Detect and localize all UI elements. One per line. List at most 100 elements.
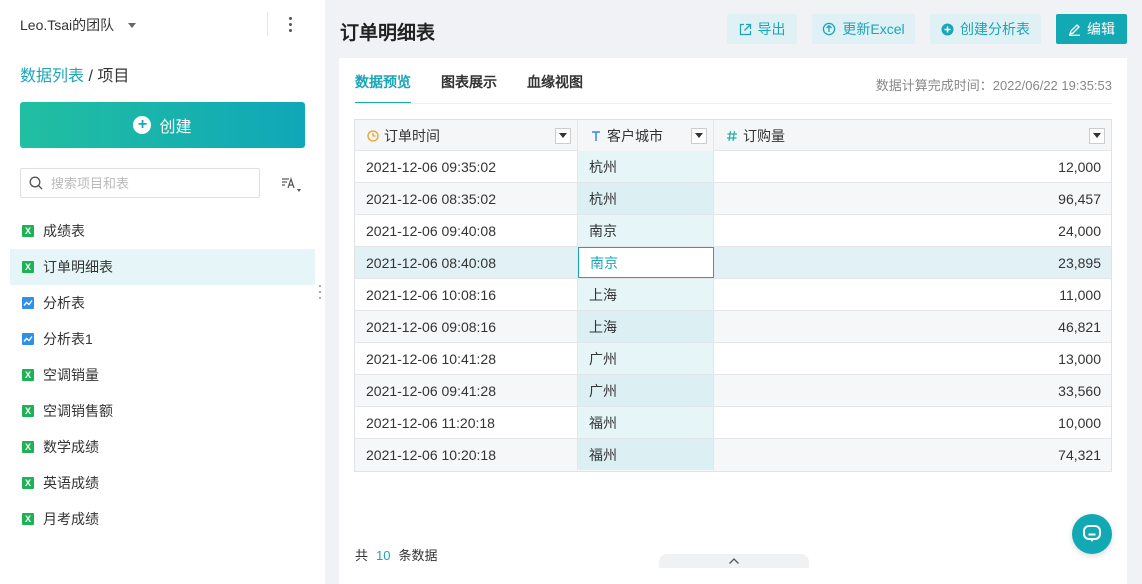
- sort-icon[interactable]: [280, 174, 304, 194]
- excel-icon: X: [22, 261, 34, 273]
- excel-icon: X: [22, 477, 34, 489]
- analysis-icon: [22, 333, 34, 345]
- table-row[interactable]: 2021-12-06 09:41:28 广州 33,560: [355, 375, 1111, 407]
- sidebar-item[interactable]: X 空调销量: [10, 357, 315, 393]
- tab-chart-display[interactable]: 图表展示: [441, 72, 497, 104]
- table-row[interactable]: 2021-12-06 10:20:18 福州 74,321: [355, 439, 1111, 471]
- table-row[interactable]: 2021-12-06 08:35:02 杭州 96,457: [355, 183, 1111, 215]
- resize-handle[interactable]: [319, 285, 322, 299]
- excel-icon: X: [22, 441, 34, 453]
- sidebar-item[interactable]: X 订单明细表: [10, 249, 315, 285]
- cell-customer-city[interactable]: 广州: [578, 343, 714, 374]
- cell-order-quantity[interactable]: 23,895: [714, 247, 1111, 278]
- cell-customer-city[interactable]: 福州: [578, 439, 714, 470]
- refresh-icon: [823, 22, 836, 36]
- refresh-excel-button-label: 更新Excel: [842, 21, 905, 37]
- page-title: 订单明细表: [340, 23, 436, 44]
- cell-customer-city[interactable]: 南京: [578, 247, 714, 278]
- edit-icon: [1068, 23, 1080, 36]
- cell-order-quantity[interactable]: 10,000: [714, 407, 1111, 438]
- cell-order-quantity[interactable]: 96,457: [714, 183, 1111, 214]
- cell-order-quantity[interactable]: 12,000: [714, 151, 1111, 182]
- cell-order-time[interactable]: 2021-12-06 09:35:02: [355, 151, 578, 182]
- team-switcher[interactable]: Leo.Tsai的团队: [20, 15, 137, 35]
- cell-order-quantity[interactable]: 46,821: [714, 311, 1111, 342]
- search-input[interactable]: [51, 175, 241, 191]
- table-row[interactable]: 2021-12-06 08:40:08 南京 23,895: [355, 247, 1111, 279]
- more-vertical-icon[interactable]: [281, 12, 299, 36]
- sidebar-item[interactable]: X 英语成绩: [10, 465, 315, 501]
- cell-customer-city[interactable]: 广州: [578, 375, 714, 406]
- column-label: 订单时间: [384, 127, 440, 144]
- cell-customer-city[interactable]: 杭州: [578, 183, 714, 214]
- breadcrumb-link-data-list[interactable]: 数据列表: [20, 68, 84, 85]
- sidebar-item-label: 数学成绩: [43, 439, 99, 455]
- cell-order-time[interactable]: 2021-12-06 09:40:08: [355, 215, 578, 246]
- cell-order-time[interactable]: 2021-12-06 10:41:28: [355, 343, 578, 374]
- create-button-label: 创建: [159, 119, 192, 136]
- cell-order-quantity[interactable]: 13,000: [714, 343, 1111, 374]
- sidebar-item-label: 英语成绩: [43, 475, 99, 491]
- chat-support-button[interactable]: [1072, 514, 1112, 554]
- plus-circle-icon: +: [133, 116, 152, 134]
- number-type-icon: [725, 130, 739, 142]
- cell-order-quantity[interactable]: 74,321: [714, 439, 1111, 470]
- refresh-excel-button[interactable]: 更新Excel: [812, 14, 915, 44]
- sidebar-item[interactable]: 分析表1: [10, 321, 315, 357]
- cell-order-time[interactable]: 2021-12-06 09:41:28: [355, 375, 578, 406]
- export-button[interactable]: 导出: [727, 14, 797, 44]
- cell-order-time[interactable]: 2021-12-06 08:40:08: [355, 247, 578, 278]
- table-row[interactable]: 2021-12-06 09:35:02 杭州 12,000: [355, 151, 1111, 183]
- tab-lineage-view[interactable]: 血缘视图: [527, 72, 583, 104]
- sidebar-item[interactable]: X 月考成绩: [10, 501, 315, 537]
- table-row[interactable]: 2021-12-06 09:08:16 上海 46,821: [355, 311, 1111, 343]
- cell-order-time[interactable]: 2021-12-06 10:20:18: [355, 439, 578, 470]
- row-count: 共 10 条数据: [355, 545, 438, 564]
- cell-order-quantity[interactable]: 11,000: [714, 279, 1111, 310]
- cell-customer-city[interactable]: 上海: [578, 311, 714, 342]
- sidebar-item[interactable]: X 数学成绩: [10, 429, 315, 465]
- column-label: 客户城市: [607, 127, 663, 144]
- column-dropdown-button[interactable]: [691, 127, 707, 144]
- cell-order-time[interactable]: 2021-12-06 08:35:02: [355, 183, 578, 214]
- text-type-icon: [589, 130, 603, 142]
- tab-data-preview[interactable]: 数据预览: [355, 72, 411, 104]
- column-dropdown-button[interactable]: [1089, 127, 1105, 144]
- table-row[interactable]: 2021-12-06 09:40:08 南京 24,000: [355, 215, 1111, 247]
- sidebar-item-label: 月考成绩: [43, 511, 99, 527]
- sidebar-item-label: 空调销售额: [43, 403, 113, 419]
- cell-order-time[interactable]: 2021-12-06 11:20:18: [355, 407, 578, 438]
- search-icon: [29, 176, 43, 190]
- cell-order-quantity[interactable]: 24,000: [714, 215, 1111, 246]
- chevron-up-icon: [729, 558, 739, 564]
- create-button[interactable]: + 创建: [20, 102, 305, 148]
- sidebar-item[interactable]: 分析表: [10, 285, 315, 321]
- clock-icon: [366, 129, 380, 142]
- cell-order-time[interactable]: 2021-12-06 09:08:16: [355, 311, 578, 342]
- sidebar-item[interactable]: X 成绩表: [10, 213, 315, 249]
- table-row[interactable]: 2021-12-06 10:41:28 广州 13,000: [355, 343, 1111, 375]
- sidebar-item[interactable]: X 空调销售额: [10, 393, 315, 429]
- table-row[interactable]: 2021-12-06 10:08:16 上海 11,000: [355, 279, 1111, 311]
- table-row[interactable]: 2021-12-06 11:20:18 福州 10,000: [355, 407, 1111, 439]
- view-tabs: 数据预览 图表展示 血缘视图: [355, 72, 613, 104]
- collapse-toggle[interactable]: [659, 554, 809, 568]
- plus-circle-icon: [941, 23, 954, 35]
- cell-customer-city[interactable]: 上海: [578, 279, 714, 310]
- edit-button[interactable]: 编辑: [1056, 14, 1127, 44]
- excel-icon: X: [22, 369, 34, 381]
- cell-customer-city[interactable]: 南京: [578, 215, 714, 246]
- column-header-order-time[interactable]: 订单时间: [355, 120, 578, 151]
- cell-order-quantity[interactable]: 33,560: [714, 375, 1111, 406]
- cell-customer-city[interactable]: 福州: [578, 407, 714, 438]
- export-icon: [739, 23, 751, 35]
- column-header-customer-city[interactable]: 客户城市: [578, 120, 714, 151]
- column-label: 订购量: [743, 127, 785, 144]
- column-dropdown-button[interactable]: [555, 127, 571, 144]
- content-panel: 数据预览 图表展示 血缘视图 数据计算完成时间：2022/06/22 19:35…: [339, 58, 1127, 584]
- sidebar: Leo.Tsai的团队 数据列表 / 项目 + 创建 X 成绩表 X 订单明细表分析表…: [0, 0, 325, 584]
- cell-customer-city[interactable]: 杭州: [578, 151, 714, 182]
- create-analysis-button[interactable]: 创建分析表: [930, 14, 1041, 44]
- cell-order-time[interactable]: 2021-12-06 10:08:16: [355, 279, 578, 310]
- column-header-order-quantity[interactable]: 订购量: [714, 120, 1111, 151]
